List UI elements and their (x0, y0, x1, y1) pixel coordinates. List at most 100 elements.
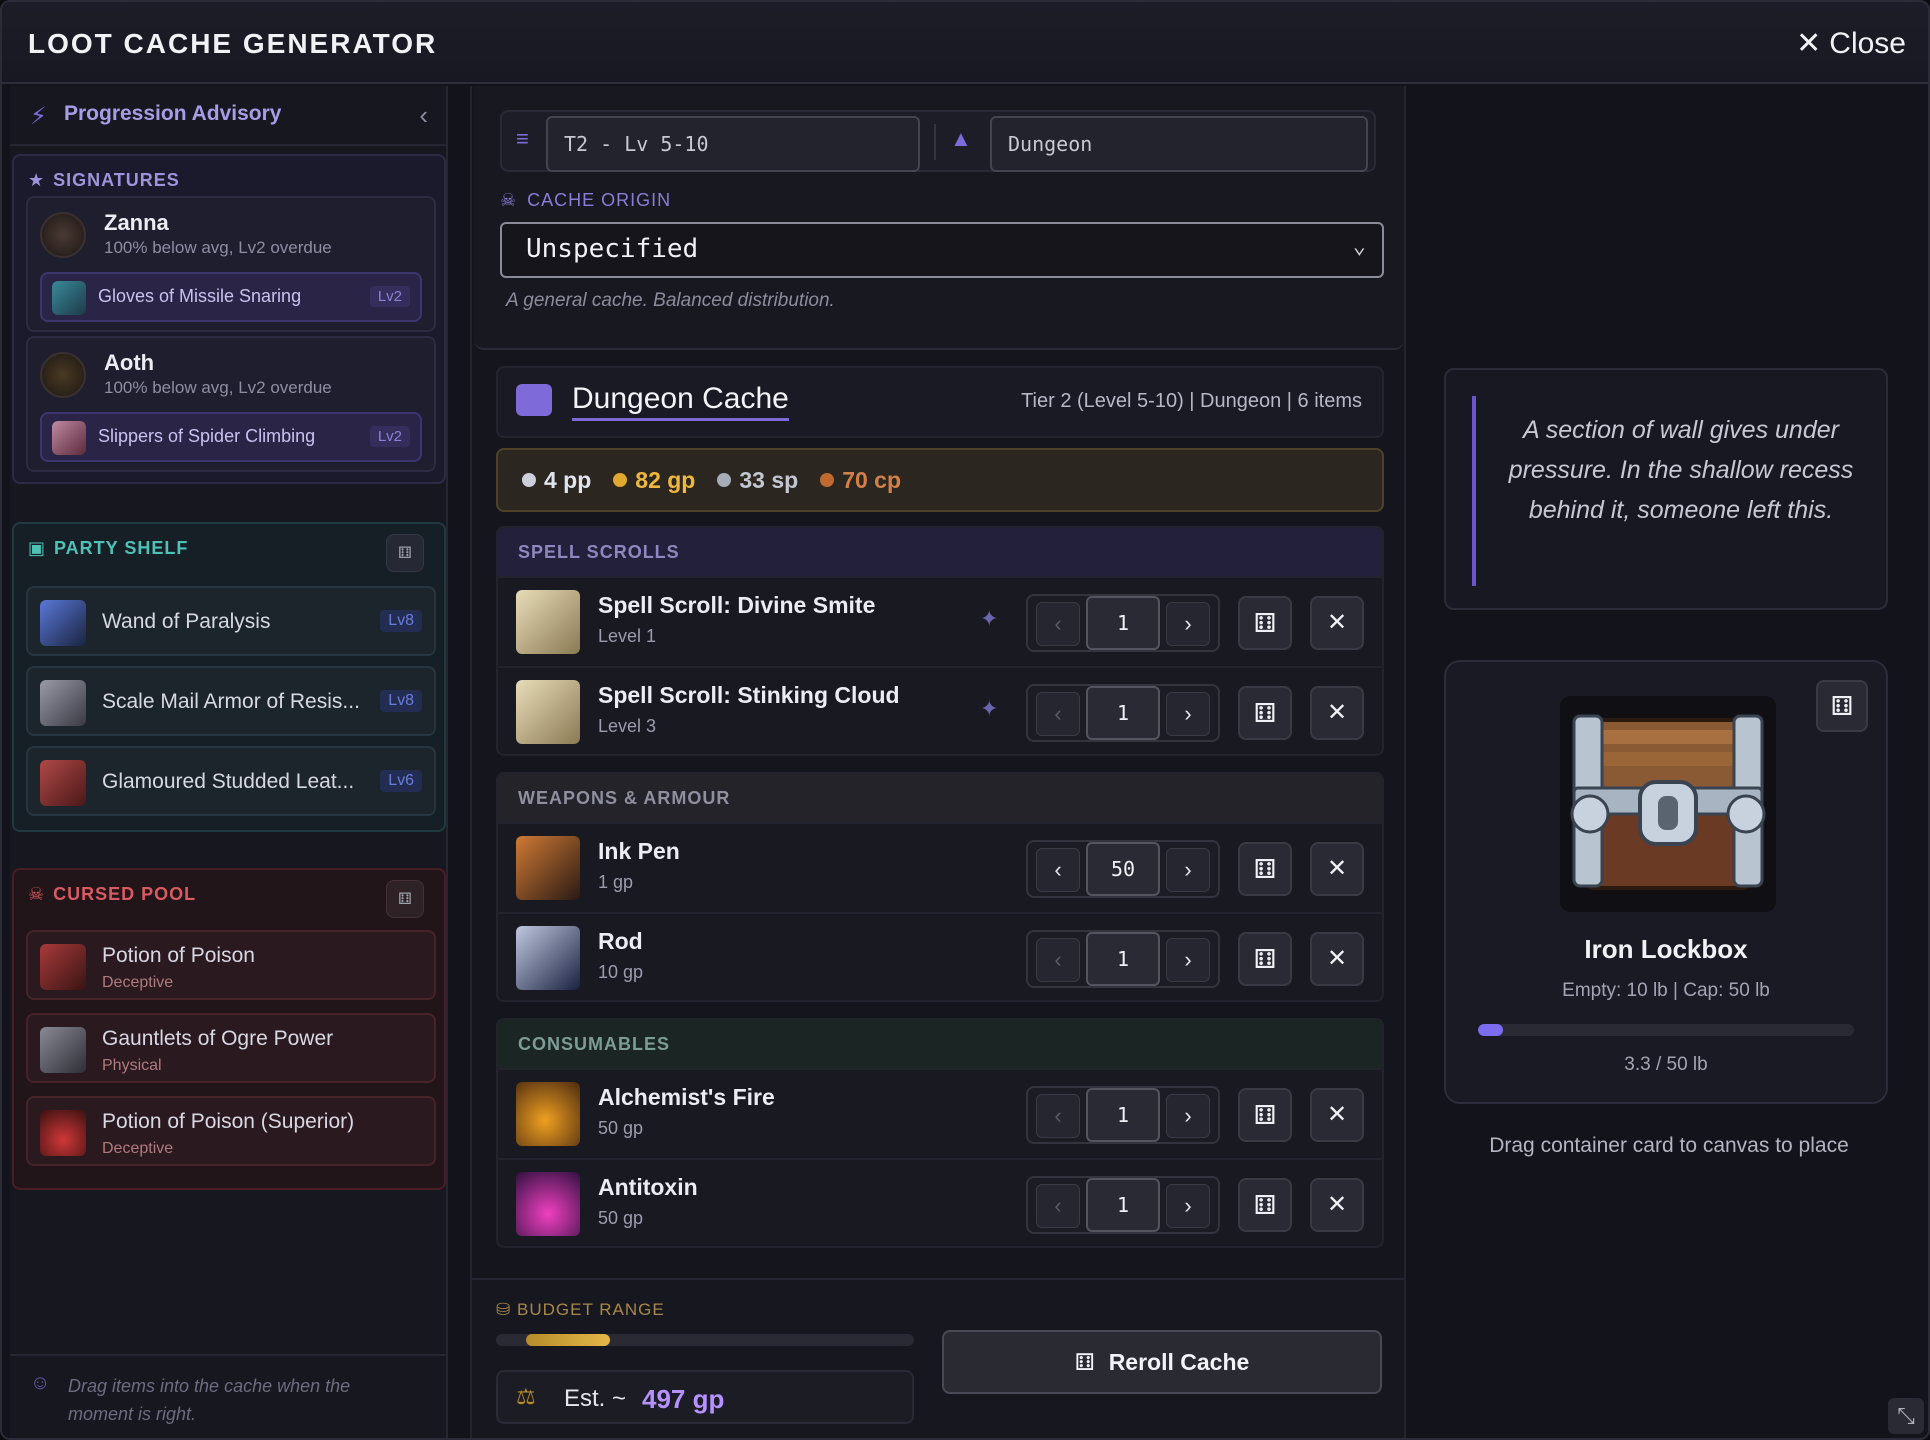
armor-item-icon (40, 680, 86, 726)
increment-button[interactable]: › (1166, 692, 1210, 736)
level-badge: Lv8 (380, 610, 422, 632)
decrement-button[interactable]: ‹ (1036, 1094, 1080, 1138)
decrement-button[interactable]: ‹ (1036, 1184, 1080, 1228)
wand-icon[interactable]: ✦ (980, 696, 998, 722)
category-consumables: CONSUMABLES Alchemist's Fire 50 gp ‹ 1 ›… (496, 1018, 1384, 1248)
increment-button[interactable]: › (1166, 848, 1210, 892)
budget-bar-fill (526, 1334, 610, 1346)
iron-lockbox-image (1560, 696, 1776, 912)
remove-item-button[interactable]: ✕ (1310, 1178, 1364, 1232)
potion-icon (40, 944, 86, 990)
character-name: Aoth (104, 350, 155, 375)
increment-button[interactable]: › (1166, 1094, 1210, 1138)
location-select[interactable]: Dungeon (990, 116, 1368, 172)
budget-bar (496, 1334, 914, 1346)
increment-button[interactable]: › (1166, 602, 1210, 646)
quantity-stepper: ‹ 1 › (1026, 930, 1220, 988)
origin-description: A general cache. Balanced distribution. (506, 290, 835, 311)
remove-item-button[interactable]: ✕ (1310, 932, 1364, 986)
cache-header: Dungeon Cache Tier 2 (Level 5-10) | Dung… (496, 366, 1384, 438)
decrement-button[interactable]: ‹ (1036, 692, 1080, 736)
decrement-button[interactable]: ‹ (1036, 602, 1080, 646)
cache-item-row: Spell Scroll: Divine Smite Level 1 ✦ ‹ 1… (498, 576, 1382, 664)
reroll-item-button[interactable]: ⚅ (1238, 1088, 1292, 1142)
quantity-input[interactable]: 1 (1086, 1178, 1160, 1232)
remove-item-button[interactable]: ✕ (1310, 596, 1364, 650)
close-button[interactable]: ✕ Close (1796, 26, 1906, 61)
decrement-button[interactable]: ‹ (1036, 848, 1080, 892)
cursed-pool-heading: ☠ CURSED POOL (28, 884, 197, 904)
reroll-item-button[interactable]: ⚅ (1238, 1178, 1292, 1232)
coin-dot (522, 473, 536, 487)
container-hint: Drag container card to canvas to place (1489, 1134, 1849, 1157)
skull-icon: ☠ (500, 190, 518, 210)
slippers-icon (52, 421, 86, 455)
chevron-left-icon[interactable]: ‹ (419, 100, 428, 131)
category-weapons-armour: WEAPONS & ARMOUR Ink Pen 1 gp ‹ 50 › ⚅ ✕… (496, 772, 1384, 1002)
signature-card: Aoth 100% below avg, Lv2 overdue Slipper… (26, 336, 436, 472)
cursed-item[interactable]: Potion of Poison Deceptive (26, 930, 436, 1000)
shelf-item[interactable]: Glamoured Studded Leat... Lv6 (26, 746, 436, 816)
quantity-stepper: ‹ 1 › (1026, 1176, 1220, 1234)
increment-button[interactable]: › (1166, 938, 1210, 982)
reroll-item-button[interactable]: ⚅ (1238, 686, 1292, 740)
quantity-input[interactable]: 1 (1086, 1088, 1160, 1142)
signature-item[interactable]: Slippers of Spider Climbing Lv2 (40, 412, 422, 462)
dice-icon[interactable]: ⚅ (386, 880, 424, 918)
budget-label: ⛁ BUDGET RANGE (496, 1300, 665, 1319)
quote-bar (1472, 396, 1476, 586)
reroll-container-button[interactable]: ⚅ (1816, 680, 1868, 732)
scroll-icon (516, 590, 580, 654)
dice-icon[interactable]: ⚅ (386, 534, 424, 572)
signature-item[interactable]: Gloves of Missile Snaring Lv2 (40, 272, 422, 322)
reroll-cache-button[interactable]: ⚅ Reroll Cache (942, 1330, 1382, 1394)
narrative-box: A section of wall gives under pressure. … (1444, 368, 1888, 610)
quantity-input[interactable]: 1 (1086, 932, 1160, 986)
category-heading: SPELL SCROLLS (498, 528, 1382, 576)
cursed-item[interactable]: Gauntlets of Ogre Power Physical (26, 1013, 436, 1083)
tier-select[interactable]: T2 - Lv 5-10 (546, 116, 920, 172)
decrement-button[interactable]: ‹ (1036, 938, 1080, 982)
quantity-input[interactable]: 1 (1086, 686, 1160, 740)
weight-bar (1478, 1024, 1854, 1036)
remove-item-button[interactable]: ✕ (1310, 842, 1364, 896)
quantity-input[interactable]: 1 (1086, 596, 1160, 650)
quantity-stepper: ‹ 50 › (1026, 840, 1220, 898)
category-heading: WEAPONS & ARMOUR (498, 774, 1382, 822)
character-status: 100% below avg, Lv2 overdue (104, 238, 332, 257)
cursed-item[interactable]: Potion of Poison (Superior) Deceptive (26, 1096, 436, 1166)
drag-hint: ☺ Drag items into the cache when the mom… (10, 1354, 448, 1438)
bolt-icon: ⚡ (30, 103, 47, 130)
quantity-stepper: ‹ 1 › (1026, 1086, 1220, 1144)
container-card[interactable]: ⚅ Iron Lockbox Empty: 10 lb | Cap: 50 lb… (1444, 660, 1888, 1104)
cache-origin-select[interactable]: Unspecified ⌄ (500, 222, 1384, 278)
chest-icon (516, 384, 552, 416)
quantity-input[interactable]: 50 (1086, 842, 1160, 896)
antitoxin-icon (516, 1172, 580, 1236)
shelf-item[interactable]: Wand of Paralysis Lv8 (26, 586, 436, 656)
container-capacity: Empty: 10 lb | Cap: 50 lb (1562, 980, 1770, 1001)
reroll-item-button[interactable]: ⚅ (1238, 596, 1292, 650)
alchemist-fire-icon (516, 1082, 580, 1146)
weight-text: 3.3 / 50 lb (1624, 1054, 1708, 1075)
shelf-item[interactable]: Scale Mail Armor of Resis... Lv8 (26, 666, 436, 736)
cursed-pool-section: ☠ CURSED POOL ⚅ Potion of Poison Decepti… (12, 868, 446, 1190)
avatar (40, 212, 86, 258)
cache-item-row: Ink Pen 1 gp ‹ 50 › ⚅ ✕ (498, 822, 1382, 910)
cache-item-row: Alchemist's Fire 50 gp ‹ 1 › ⚅ ✕ (498, 1068, 1382, 1156)
increment-button[interactable]: › (1166, 1184, 1210, 1228)
reroll-item-button[interactable]: ⚅ (1238, 932, 1292, 986)
advisory-header[interactable]: ⚡ Progression Advisory ‹ (10, 86, 448, 146)
reroll-item-button[interactable]: ⚅ (1238, 842, 1292, 896)
remove-item-button[interactable]: ✕ (1310, 1088, 1364, 1142)
coin-dot (820, 473, 835, 487)
cache-config: ≡ T2 - Lv 5-10 ▲ Dungeon ☠ CACHE ORIGIN … (474, 86, 1404, 350)
resize-icon[interactable]: ⤡ (1888, 1398, 1924, 1434)
remove-item-button[interactable]: ✕ (1310, 686, 1364, 740)
wand-icon[interactable]: ✦ (980, 606, 998, 632)
cache-panel: ≡ T2 - Lv 5-10 ▲ Dungeon ☠ CACHE ORIGIN … (470, 86, 1406, 1438)
skull-icon: ☠ (28, 884, 46, 904)
narrative-text: A section of wall gives under pressure. … (1508, 416, 1854, 524)
title-bar: LOOT CACHE GENERATOR ✕ Close (2, 2, 1928, 84)
window-title: LOOT CACHE GENERATOR (28, 28, 438, 59)
